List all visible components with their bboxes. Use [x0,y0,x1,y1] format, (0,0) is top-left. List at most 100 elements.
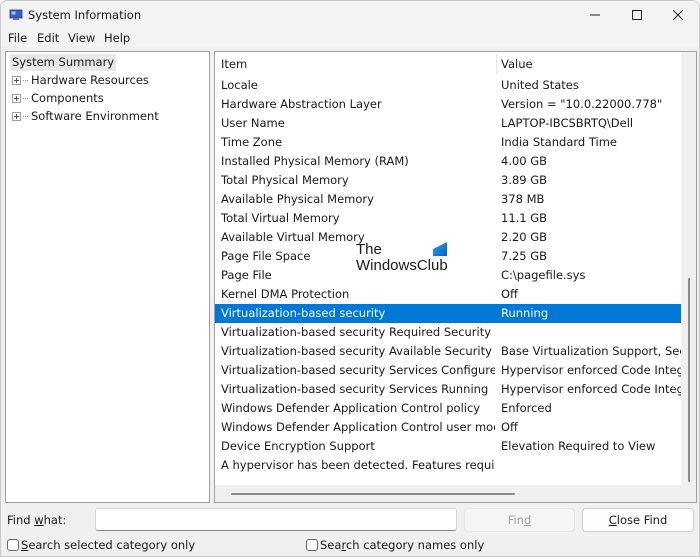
list-row[interactable]: Time Zone India Standard Time [215,133,681,152]
row-value: Hypervisor enforced Code Integrit [501,382,681,396]
row-item: Virtualization-based security Services R… [221,382,489,396]
list-row[interactable]: Virtualization-based security Running [215,304,681,323]
row-value: 7.25 GB [501,249,548,263]
row-value: India Standard Time [501,135,617,149]
list-row[interactable]: Kernel DMA Protection Off [215,285,681,304]
menu-file[interactable]: File [8,31,27,45]
menu-help[interactable]: Help [104,31,130,45]
checkbox-label: Search selected category only [21,538,196,552]
list-rows: Locale United States Hardware Abstraction … [215,76,681,475]
system-information-window: System Information File Edit View Help S… [0,0,700,557]
horizontal-scrollbar[interactable] [215,485,681,502]
maximize-icon [632,10,642,20]
tree-item-software-environment[interactable]: Software Environment [12,108,159,125]
list-row[interactable]: Virtualization-based security Services R… [215,380,681,399]
find-what-label: Find what: [7,513,67,527]
list-row[interactable]: Windows Defender Application Control use… [215,418,681,437]
list-row[interactable]: Page File C:\pagefile.sys [215,266,681,285]
minimize-icon [590,14,600,16]
row-item: Virtualization-based security Required S… [221,325,495,339]
row-value: 378 MB [501,192,545,206]
row-item: Virtualization-based security Available … [221,344,495,358]
row-item: Windows Defender Application Control use… [221,420,495,434]
column-header-item[interactable]: Item [221,57,247,71]
find-what-input[interactable] [95,508,457,531]
maximize-button[interactable] [614,1,660,29]
row-value: C:\pagefile.sys [501,268,586,282]
expand-icon[interactable] [12,76,21,85]
row-item: Total Virtual Memory [221,211,340,225]
details-list[interactable]: Item Value Locale United States Hardware A… [214,51,697,503]
list-row[interactable]: Device Encryption Support Elevation Requi… [215,437,681,456]
tree-item-components[interactable]: Components [12,90,104,107]
row-item: Virtualization-based security Services C… [221,363,495,377]
close-button[interactable] [655,1,699,29]
list-row[interactable]: User Name LAPTOP-IBCSBRTQ\Dell [215,114,681,133]
row-value: Enforced [501,401,552,415]
list-row[interactable]: Available Virtual Memory 2.20 GB [215,228,681,247]
row-value: Hypervisor enforced Code Integrit [501,363,681,377]
close-icon [673,10,683,20]
checkbox-box[interactable] [7,539,19,551]
row-item: A hypervisor has been detected. Features… [221,458,495,472]
tree-item-label: Software Environment [31,109,159,123]
tree-item-label: Components [31,91,104,105]
expand-icon[interactable] [12,112,21,121]
checkbox-label: Search category names only [320,538,485,552]
window-title: System Information [28,8,142,22]
row-item: Virtualization-based security [221,306,386,320]
search-category-names-checkbox[interactable]: Search category names only [306,538,484,552]
checkbox-box[interactable] [306,539,318,551]
row-item: Installed Physical Memory (RAM) [221,154,409,168]
tree-item-label: Hardware Resources [31,73,149,87]
tree-item-hardware-resources[interactable]: Hardware Resources [12,72,149,89]
list-row[interactable]: Total Virtual Memory 11.1 GB [215,209,681,228]
minimize-button[interactable] [572,1,618,29]
title-bar: System Information [1,1,699,29]
vertical-scrollbar[interactable] [681,52,696,485]
search-selected-category-checkbox[interactable]: Search selected category only [7,538,195,552]
list-row[interactable]: Virtualization-based security Available … [215,342,681,361]
row-value: Off [501,420,518,434]
row-value: Off [501,287,518,301]
row-value: 2.20 GB [501,230,548,244]
list-row[interactable]: Virtualization-based security Services C… [215,361,681,380]
row-value: 11.1 GB [501,211,548,225]
list-row[interactable]: Hardware Abstraction Layer Version = "10.… [215,95,681,114]
watermark: The WindowsClub [356,242,448,274]
list-row[interactable]: A hypervisor has been detected. Features… [215,456,681,475]
list-header: Item Value [215,52,681,76]
list-row[interactable]: Total Physical Memory 3.89 GB [215,171,681,190]
category-tree[interactable]: System Summary Hardware Resources Compon… [5,51,210,503]
vertical-scroll-thumb[interactable] [688,278,690,482]
tree-connector [23,116,28,117]
horizontal-scroll-thumb[interactable] [231,493,515,495]
row-value: 4.00 GB [501,154,548,168]
menu-view[interactable]: View [68,31,95,45]
row-value: Running [501,306,549,320]
row-value: LAPTOP-IBCSBRTQ\Dell [501,116,634,130]
find-button[interactable]: Fin d [464,508,575,532]
list-row[interactable]: Windows Defender Application Control pol… [215,399,681,418]
list-row[interactable]: Locale United States [215,76,681,95]
list-row[interactable]: Virtualization-based security Required S… [215,323,681,342]
tree-connector [23,80,28,81]
list-row[interactable]: Available Physical Memory 378 MB [215,190,681,209]
list-row[interactable]: Page File Space 7.25 GB [215,247,681,266]
row-item: Available Physical Memory [221,192,374,206]
expand-icon[interactable] [12,94,21,103]
row-item: Kernel DMA Protection [221,287,350,301]
menu-edit[interactable]: Edit [37,31,59,45]
column-header-value[interactable]: Value [501,57,533,71]
row-item: Total Physical Memory [221,173,349,187]
tree-item-system-summary[interactable]: System Summary [10,54,117,71]
column-divider[interactable] [496,54,497,74]
row-item: Time Zone [221,135,283,149]
row-item: Device Encryption Support [221,439,375,453]
row-value: Version = "10.0.22000.778" [501,97,663,111]
scrollbar-corner [681,485,696,502]
tree-connector [23,98,28,99]
list-row[interactable]: Installed Physical Memory (RAM) 4.00 GB [215,152,681,171]
row-item: Locale [221,78,258,92]
close-find-button[interactable]: Close Find [582,508,694,532]
